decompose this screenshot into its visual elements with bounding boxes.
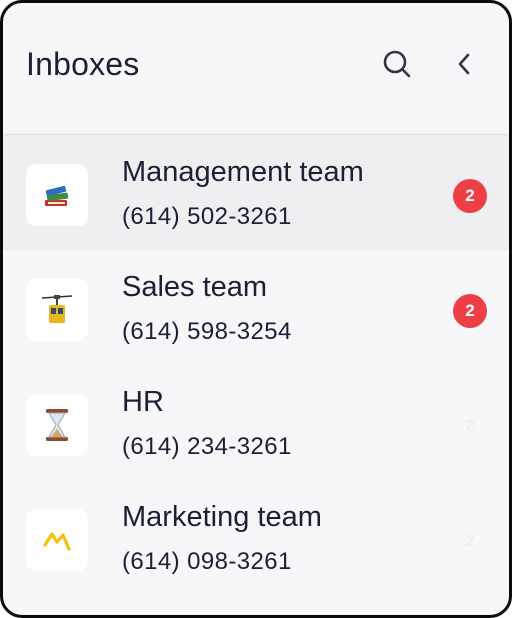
unread-badge: 2 — [465, 531, 475, 550]
zigzag-icon — [43, 532, 71, 551]
inbox-item-management-team[interactable]: Management team (614) 502-3261 2 — [3, 135, 509, 250]
avatar — [26, 164, 88, 226]
page-title: Inboxes — [26, 46, 140, 82]
unread-badge: 2 — [453, 294, 487, 328]
search-button[interactable] — [380, 47, 414, 81]
inbox-name: HR — [122, 386, 164, 418]
unread-badge: 2 — [453, 179, 487, 213]
inbox-item-sales-team[interactable]: Sales team (614) 598-3254 2 — [3, 250, 509, 365]
cable-car-icon — [42, 295, 72, 323]
avatar — [26, 279, 88, 341]
inbox-item-hr[interactable]: HR (614) 234-3261 2 — [3, 365, 509, 480]
inboxes-panel: Inboxes Management team (614) 502-3261 2… — [0, 0, 512, 618]
hourglass-icon — [46, 409, 68, 441]
avatar — [26, 394, 88, 456]
inbox-item-marketing-team[interactable]: Marketing team (614) 098-3261 2 — [3, 480, 509, 595]
inbox-phone: (614) 098-3261 — [122, 548, 292, 575]
books-icon — [45, 185, 69, 206]
inbox-phone: (614) 502-3261 — [122, 203, 292, 230]
inbox-list: Management team (614) 502-3261 2 Sales t… — [3, 135, 509, 595]
unread-badge: 2 — [465, 416, 475, 435]
inbox-phone: (614) 234-3261 — [122, 433, 292, 460]
inbox-phone: (614) 598-3254 — [122, 318, 292, 345]
collapse-button[interactable] — [448, 47, 482, 81]
header: Inboxes — [3, 3, 509, 135]
search-icon — [383, 50, 411, 78]
inbox-name: Marketing team — [122, 501, 322, 533]
inbox-name: Sales team — [122, 271, 268, 303]
inbox-name: Management team — [122, 156, 364, 188]
chevron-left-icon — [458, 53, 470, 75]
avatar — [26, 509, 88, 571]
